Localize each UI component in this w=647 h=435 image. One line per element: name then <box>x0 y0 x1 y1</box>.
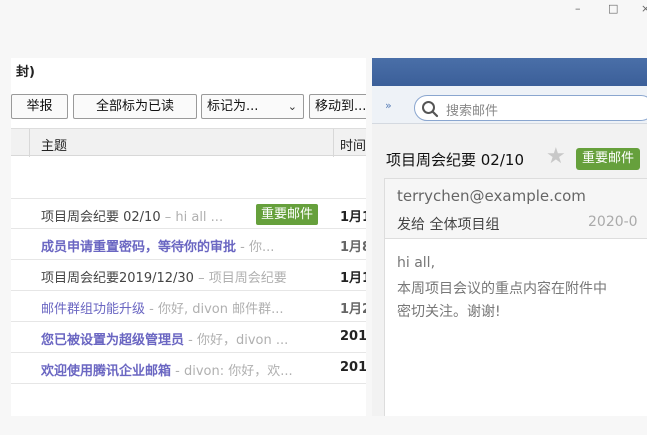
reader-subject-row: 项目周会纪要 02/10 ★ 重要邮件 <box>372 124 647 172</box>
column-divider <box>29 129 30 157</box>
reader-search-bar: » 搜索邮件 <box>372 86 647 124</box>
mail-list-pane: 封) 举报 全部标为已读 标记为... ⌄ 移动到... 主题 时间 项目周会纪… <box>11 58 366 416</box>
mail-body: hi all, 本周项目会议的重点内容在附件中 密切关注。谢谢! <box>384 238 647 416</box>
column-divider <box>333 129 334 157</box>
mail-preview: – 项目周会纪要 <box>193 271 287 286</box>
mail-row[interactable]: 项目周会纪要2019/12/30 – 项目周会纪要 1月1 <box>11 260 366 291</box>
move-to-label: 移动到... <box>315 99 366 114</box>
mail-subject-line: 项目周会纪要2019/12/30 – 项目周会纪要 <box>41 267 331 286</box>
mail-subject: 成员申请重置密码，等待你的审批 <box>41 240 237 255</box>
mail-preview: - 你好，divon ... <box>184 333 289 348</box>
mail-time: 1月1 <box>340 271 366 286</box>
mail-row[interactable]: 欢迎使用腾讯企业邮箱 - divon: 你好，欢... 201 <box>11 353 366 384</box>
chevron-down-icon: ⌄ <box>287 100 297 113</box>
mail-date: 2020-0 <box>588 214 638 230</box>
report-button[interactable]: 举报 <box>11 94 68 119</box>
mail-time: 201 <box>340 360 366 375</box>
mail-time: 1月8 <box>340 240 366 255</box>
mark-as-label: 标记为... <box>207 99 259 114</box>
mark-as-dropdown[interactable]: 标记为... ⌄ <box>201 94 304 119</box>
mail-toolbar: 举报 全部标为已读 标记为... ⌄ 移动到... <box>11 94 366 122</box>
window-titlebar: – □ × <box>0 0 647 24</box>
recipient-label: 发给 全体项目组 <box>397 217 500 233</box>
mail-subject: 邮件群组功能升级 <box>41 302 146 317</box>
important-tag[interactable]: 重要邮件 <box>256 204 319 225</box>
mail-subject: 项目周会纪要 02/10 <box>41 210 161 225</box>
expand-icon[interactable]: » <box>385 99 392 112</box>
mail-time: 1月2 <box>340 302 366 317</box>
mail-time: 1月1 <box>340 210 366 225</box>
mail-row[interactable]: 邮件群组功能升级 - 你好, divon 邮件群... 1月2 <box>11 291 366 322</box>
mail-subject-line: 邮件群组功能升级 - 你好, divon 邮件群... <box>41 298 331 317</box>
star-icon[interactable]: ★ <box>546 144 566 169</box>
search-icon <box>422 101 439 118</box>
mail-preview: - 你... <box>236 240 275 255</box>
mail-row[interactable]: 项目周会纪要 02/10 – hi all ... 重要邮件 1月1 <box>11 198 366 229</box>
reader-header-bar <box>372 58 647 86</box>
search-input[interactable]: 搜索邮件 <box>414 95 647 121</box>
reading-pane: » 搜索邮件 项目周会纪要 02/10 ★ 重要邮件 terrychen@exa… <box>372 58 647 416</box>
move-to-dropdown[interactable]: 移动到... <box>309 94 366 119</box>
mail-subject-line: 您已被设置为超级管理员 - 你好，divon ... <box>41 329 331 348</box>
sender-address[interactable]: terrychen@example.com <box>397 187 586 205</box>
mail-subject: 项目周会纪要2019/12/30 <box>41 271 194 286</box>
important-tag[interactable]: 重要邮件 <box>576 148 641 170</box>
body-line: 本周项目会议的重点内容在附件中 <box>397 281 607 297</box>
minimize-button[interactable]: – <box>575 2 581 15</box>
mail-preview: – hi all ... <box>160 210 224 225</box>
mail-meta: terrychen@example.com 发给 全体项目组 2020-0 <box>384 178 647 238</box>
maximize-button[interactable]: □ <box>608 2 618 15</box>
column-time[interactable]: 时间 <box>340 135 366 154</box>
mail-list: 项目周会纪要 02/10 – hi all ... 重要邮件 1月1 成员申请重… <box>11 198 366 384</box>
mail-preview: - 你好, divon 邮件群... <box>145 302 284 317</box>
body-line: hi all, <box>397 255 436 271</box>
close-button[interactable]: × <box>641 2 647 15</box>
mail-time: 201 <box>340 329 366 344</box>
search-placeholder: 搜索邮件 <box>446 104 499 119</box>
mail-row[interactable]: 您已被设置为超级管理员 - 你好，divon ... 201 <box>11 322 366 353</box>
mail-subject-line: 成员申请重置密码，等待你的审批 - 你... <box>41 236 331 255</box>
mail-subject-line: 欢迎使用腾讯企业邮箱 - divon: 你好，欢... <box>41 360 331 379</box>
folder-title: 封) <box>16 65 35 80</box>
reader-subject: 项目周会纪要 02/10 <box>386 151 524 169</box>
mail-row[interactable]: 成员申请重置密码，等待你的审批 - 你... 1月8 <box>11 229 366 260</box>
mail-preview: - divon: 你好，欢... <box>171 364 293 379</box>
mark-all-read-button[interactable]: 全部标为已读 <box>73 94 197 119</box>
body-line: 密切关注。谢谢! <box>397 304 501 320</box>
mail-subject: 欢迎使用腾讯企业邮箱 <box>41 364 172 379</box>
list-header: 主题 时间 <box>11 128 366 157</box>
column-subject[interactable]: 主题 <box>41 135 67 154</box>
mail-subject: 您已被设置为超级管理员 <box>41 333 185 348</box>
